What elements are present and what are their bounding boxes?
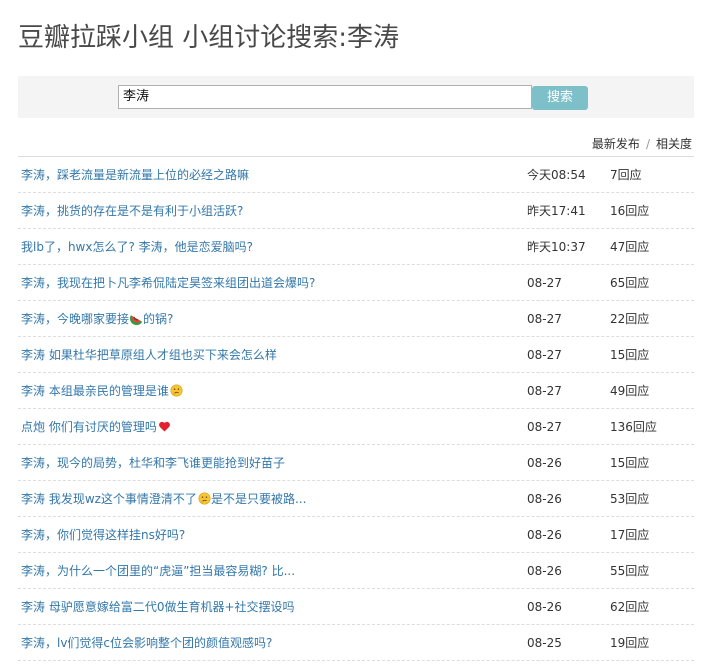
topic-time: 08-26 (527, 528, 562, 542)
topic-title-link[interactable]: 李涛 如果杜华把草原组人才组也买下来会怎么样 (21, 347, 277, 363)
topic-title-link[interactable]: 李涛 母驴愿意嫁给富二代0做生育机器+社交摆设吗 (21, 599, 295, 615)
topic-title-link[interactable]: 李涛 我发现wz这个事情澄清不了 是不是只要被路... (21, 491, 306, 507)
topic-title-link[interactable]: 李涛，今晚哪家要接 的锅? (21, 311, 173, 327)
topic-title-text: 李涛 本组最亲民的管理是谁 (21, 384, 169, 398)
topic-row: 李涛 我发现wz这个事情澄清不了 是不是只要被路... 08-26 53回应 (18, 481, 694, 517)
topic-time: 08-27 (527, 384, 562, 398)
topic-reply-count: 49回应 (610, 384, 650, 398)
sort-options: 最新发布 / 相关度 (592, 136, 692, 152)
topic-title-link[interactable]: 李涛，踩老流量是新流量上位的必经之路嘛 (21, 167, 249, 183)
topic-reply-count: 16回应 (610, 204, 650, 218)
topic-title-text: 李涛，lv们觉得c位会影响整个团的颜值观感吗? (21, 636, 273, 650)
topic-title-link[interactable]: 我lb了，hwx怎么了? 李涛，他是恋爱脑吗? (21, 239, 253, 255)
topic-list: 李涛，踩老流量是新流量上位的必经之路嘛 今天08:54 7回应 李涛，挑货的存在… (18, 157, 694, 661)
topic-reply-count: 7回应 (610, 168, 642, 182)
topic-time: 08-26 (527, 492, 562, 506)
topic-title-text: 李涛，踩老流量是新流量上位的必经之路嘛 (21, 168, 250, 182)
topic-title-link[interactable]: 李涛，挑货的存在是不是有利于小组活跃? (21, 203, 243, 219)
page-title: 豆瓣拉踩小组 小组讨论搜索:李涛 (18, 23, 400, 53)
topic-row: 李涛 如果杜华把草原组人才组也买下来会怎么样 08-27 15回应 (18, 337, 694, 373)
topic-reply-count: 47回应 (610, 240, 650, 254)
topic-title-text: 李涛 母驴愿意嫁给富二代0做生育机器+社交摆设吗 (21, 600, 295, 614)
topic-title-link[interactable]: 李涛，为什么一个团里的“虎逼”担当最容易糊? 比... (21, 563, 295, 579)
topic-row: 李涛，lv们觉得c位会影响整个团的颜值观感吗? 08-25 19回应 (18, 625, 694, 661)
topic-row: 李涛 本组最亲民的管理是谁 08-27 49回应 (18, 373, 694, 409)
topic-title-link[interactable]: 李涛 本组最亲民的管理是谁 (21, 383, 183, 399)
thinking-face-icon (170, 384, 183, 397)
topic-reply-count: 22回应 (610, 312, 650, 326)
topic-reply-count: 15回应 (610, 456, 650, 470)
topic-title-text: 的锅? (143, 312, 174, 326)
topic-title-link[interactable]: 李涛，你们觉得这样挂ns好吗? (21, 527, 185, 543)
sort-latest-link[interactable]: 最新发布 (592, 137, 640, 151)
topic-title-link[interactable]: 李涛，lv们觉得c位会影响整个团的颜值观感吗? (21, 635, 272, 651)
topic-reply-count: 19回应 (610, 636, 650, 650)
topic-title-text: 李涛，我现在把卜凡李希侃陆定昊签来组团出道会爆吗? (21, 276, 316, 290)
topic-reply-count: 136回应 (610, 420, 657, 434)
topic-title-text: 李涛，现今的局势，杜华和李飞谁更能抢到好苗子 (21, 456, 286, 470)
topic-title-link[interactable]: 李涛，现今的局势，杜华和李飞谁更能抢到好苗子 (21, 455, 285, 471)
topic-title-text: 李涛，你们觉得这样挂ns好吗? (21, 528, 186, 542)
topic-reply-count: 62回应 (610, 600, 650, 614)
watermelon-icon (130, 315, 143, 325)
topic-title-text: 李涛，为什么一个团里的“虎逼”担当最容易糊? 比... (21, 564, 296, 578)
topic-reply-count: 17回应 (610, 528, 650, 542)
topic-title-text: 李涛 我发现wz这个事情澄清不了 (21, 492, 197, 506)
topic-row: 李涛，踩老流量是新流量上位的必经之路嘛 今天08:54 7回应 (18, 157, 694, 193)
topic-title-link[interactable]: 点炮 你们有讨厌的管理吗 (21, 419, 171, 435)
topic-title-text: 我lb了，hwx怎么了? 李涛，他是恋爱脑吗? (21, 240, 254, 254)
topic-time: 08-25 (527, 636, 562, 650)
search-button[interactable]: 搜索 (532, 86, 588, 110)
topic-row: 我lb了，hwx怎么了? 李涛，他是恋爱脑吗? 昨天10:37 47回应 (18, 229, 694, 265)
topic-time: 08-27 (527, 420, 562, 434)
topic-title-text: 李涛，挑货的存在是不是有利于小组活跃? (21, 204, 244, 218)
heart-icon (158, 421, 170, 432)
topic-title-link[interactable]: 李涛，我现在把卜凡李希侃陆定昊签来组团出道会爆吗? (21, 275, 315, 291)
topic-row: 李涛，现今的局势，杜华和李飞谁更能抢到好苗子 08-26 15回应 (18, 445, 694, 481)
topic-title-text: 李涛 如果杜华把草原组人才组也买下来会怎么样 (21, 348, 277, 362)
sort-relevance-link[interactable]: 相关度 (656, 137, 692, 151)
topic-reply-count: 65回应 (610, 276, 650, 290)
topic-time: 今天08:54 (527, 168, 586, 182)
topic-time: 08-26 (527, 600, 562, 614)
thinking-face-icon (198, 492, 211, 505)
topic-row: 点炮 你们有讨厌的管理吗 08-27 136回应 (18, 409, 694, 445)
topic-row: 李涛，我现在把卜凡李希侃陆定昊签来组团出道会爆吗? 08-27 65回应 (18, 265, 694, 301)
topic-title-text: 是不是只要被路... (210, 492, 307, 506)
topic-time: 08-27 (527, 276, 562, 290)
topic-time: 昨天10:37 (527, 240, 586, 254)
topic-row: 李涛 母驴愿意嫁给富二代0做生育机器+社交摆设吗 08-26 62回应 (18, 589, 694, 625)
topic-time: 08-27 (527, 348, 562, 362)
topic-row: 李涛，挑货的存在是不是有利于小组活跃? 昨天17:41 16回应 (18, 193, 694, 229)
topic-row: 李涛，你们觉得这样挂ns好吗? 08-26 17回应 (18, 517, 694, 553)
sort-separator: / (645, 137, 650, 151)
topic-reply-count: 55回应 (610, 564, 650, 578)
topic-time: 昨天17:41 (527, 204, 586, 218)
topic-row: 李涛，今晚哪家要接 的锅? 08-27 22回应 (18, 301, 694, 337)
topic-title-text: 李涛，今晚哪家要接 (21, 312, 130, 326)
topic-row: 李涛，为什么一个团里的“虎逼”担当最容易糊? 比... 08-26 55回应 (18, 553, 694, 589)
topic-title-text: 点炮 你们有讨厌的管理吗 (21, 420, 157, 434)
search-bar: 搜索 (18, 76, 694, 118)
topic-time: 08-27 (527, 312, 562, 326)
topic-reply-count: 53回应 (610, 492, 650, 506)
topic-reply-count: 15回应 (610, 348, 650, 362)
topic-time: 08-26 (527, 564, 562, 578)
topic-time: 08-26 (527, 456, 562, 470)
search-input[interactable] (118, 85, 532, 109)
